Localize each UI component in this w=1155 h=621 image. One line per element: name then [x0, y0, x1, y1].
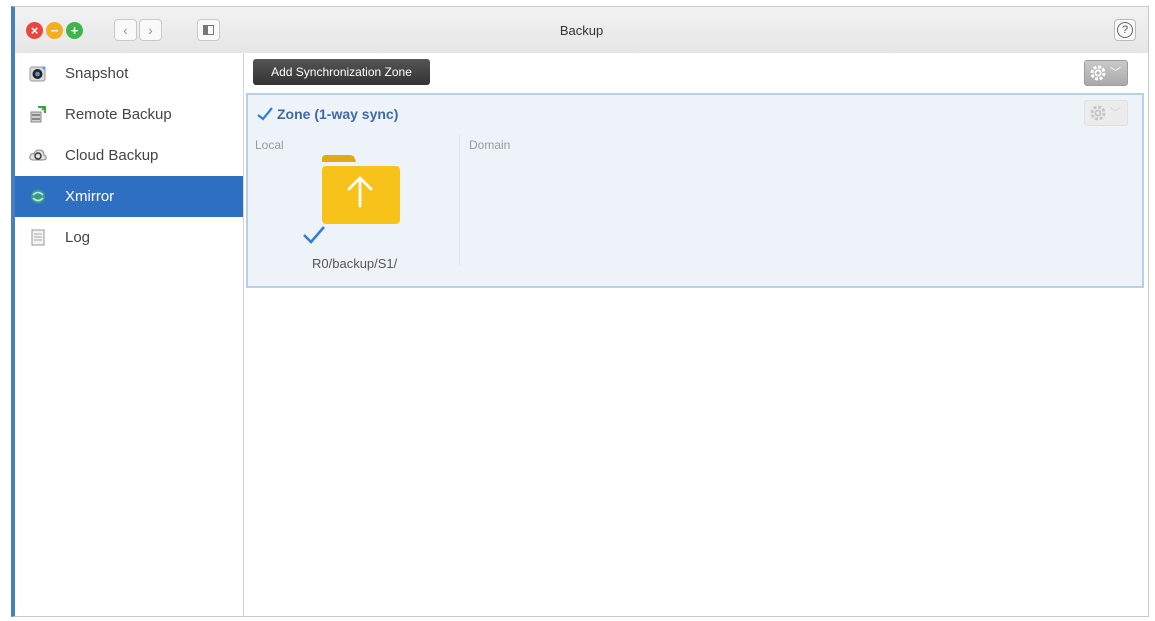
snapshot-icon	[29, 66, 46, 82]
zone-title: Zone (1-way sync)	[257, 106, 398, 122]
zone-settings-button[interactable]: ﹀	[1084, 100, 1128, 126]
column-divider	[459, 135, 460, 265]
sidebar: Snapshot Remote Backup Cloud Backup Xmir…	[15, 53, 244, 616]
log-icon	[31, 229, 45, 246]
sidebar-item-snapshot[interactable]: Snapshot	[15, 53, 243, 94]
sidebar-item-log[interactable]: Log	[15, 217, 243, 258]
checkmark-icon	[257, 107, 273, 121]
help-icon: ?	[1117, 22, 1133, 38]
title-bar: × − + ‹ › Backup ?	[15, 7, 1148, 54]
sidebar-item-label: Log	[65, 229, 91, 246]
sidebar-item-remote-backup[interactable]: Remote Backup	[15, 94, 243, 135]
add-synchronization-zone-button[interactable]: Add Synchronization Zone	[253, 59, 430, 85]
sidebar-item-label: Snapshot	[65, 65, 129, 82]
gear-icon	[1090, 105, 1106, 121]
sidebar-item-cloud-backup[interactable]: Cloud Backup	[15, 135, 243, 176]
sidebar-item-label: Cloud Backup	[65, 147, 159, 164]
sync-zone-card[interactable]: Zone (1-way sync) ﹀ Local Domain R0/back…	[246, 93, 1144, 288]
checkmark-icon	[303, 226, 325, 244]
gear-icon	[1090, 65, 1106, 81]
cloud-backup-icon	[29, 149, 47, 161]
app-window: × − + ‹ › Backup ? Snapshot Remote Backu…	[11, 6, 1149, 617]
sidebar-item-label: Xmirror	[65, 188, 115, 205]
sidebar-item-xmirror[interactable]: Xmirror	[15, 176, 243, 217]
main-content: Add Synchronization Zone ﹀ Zone (1-way s…	[244, 53, 1148, 616]
domain-column-label: Domain	[469, 138, 511, 152]
upload-folder-icon[interactable]	[320, 153, 400, 227]
xmirror-icon	[31, 189, 45, 204]
settings-menu-button[interactable]: ﹀	[1084, 60, 1128, 86]
help-button[interactable]: ?	[1114, 19, 1136, 41]
folder-path: R0/backup/S1/	[312, 256, 398, 271]
window-title: Backup	[559, 23, 604, 38]
local-column-label: Local	[255, 138, 284, 152]
chevron-down-icon: ﹀	[1110, 107, 1121, 119]
chevron-down-icon: ﹀	[1110, 67, 1121, 79]
zone-title-text: Zone (1-way sync)	[277, 106, 399, 122]
remote-backup-icon	[30, 106, 46, 123]
sidebar-item-label: Remote Backup	[65, 106, 172, 123]
